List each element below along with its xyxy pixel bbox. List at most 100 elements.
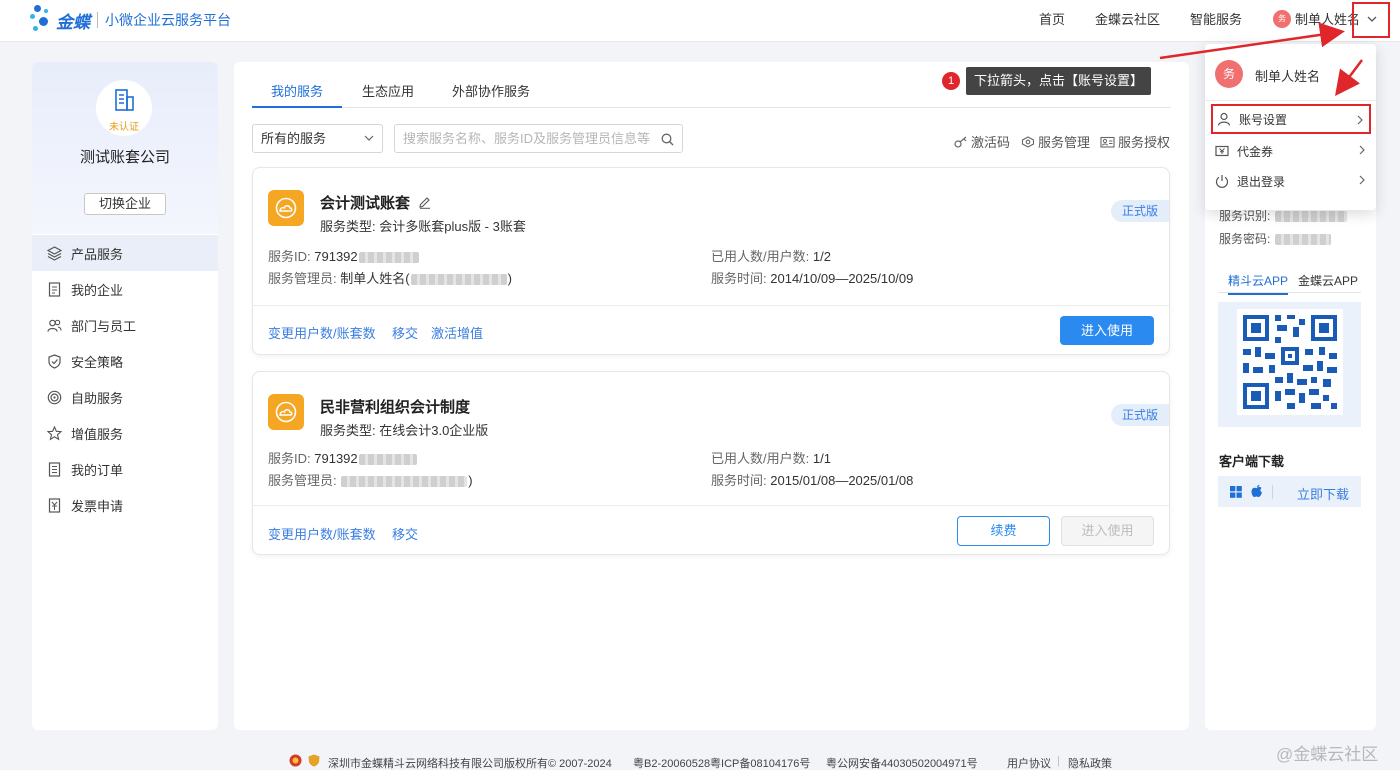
sidebar-item-label: 产品服务: [71, 246, 124, 262]
main-content: 我的服务 生态应用 外部协作服务 所有的服务 激活码 服务管理 服务授权 会计测…: [234, 62, 1189, 730]
footer-icp[interactable]: 粤B2-20060528粤ICP备08104176号: [633, 755, 810, 770]
police-badge-icon: [308, 754, 320, 767]
switch-company-button[interactable]: 切换企业: [84, 193, 166, 215]
instruction-tooltip: 下拉箭头，点击【账号设置】: [966, 67, 1152, 95]
download-now-link[interactable]: 立即下载: [1297, 484, 1349, 503]
footer-separator: |: [1057, 755, 1060, 767]
people-icon: [47, 319, 62, 332]
service-manage-link[interactable]: 服务管理: [1021, 132, 1090, 151]
sidebar-item-security[interactable]: 安全策略: [32, 343, 218, 379]
top-bar: 金蝶 小微企业云服务平台 首页 金蝶云社区 智能服务 务 制单人姓名: [0, 0, 1400, 42]
footer-privacy[interactable]: 隐私政策: [1068, 755, 1112, 770]
redacted-text: [1274, 211, 1347, 223]
sidebar-item-label: 自助服务: [71, 390, 124, 406]
list-icon: [48, 461, 61, 477]
sidebar-item-value-added[interactable]: 增值服务: [32, 415, 218, 451]
company-name: 测试账套公司: [79, 149, 170, 166]
service-password-row: 服务密码:: [1219, 230, 1332, 247]
menu-item-account-settings[interactable]: 账号设置: [1211, 104, 1371, 134]
menu-item-vouchers[interactable]: 代金券: [1211, 136, 1371, 166]
transfer-link[interactable]: 移交: [392, 524, 418, 543]
service-id: 服务ID: 791392: [268, 448, 418, 467]
brand-subtitle: 小微企业云服务平台: [105, 12, 231, 28]
service-filter-select[interactable]: 所有的服务: [252, 124, 383, 153]
service-type: 服务类型: 在线会计3.0企业版: [320, 423, 489, 438]
renew-button[interactable]: 续费: [957, 516, 1050, 546]
nav-smart-service[interactable]: 智能服务: [1190, 0, 1242, 42]
client-download-row: 立即下载: [1218, 476, 1361, 507]
service-admin: 服务管理员: 制单人姓名(): [268, 271, 512, 286]
user-avatar[interactable]: 务: [1273, 10, 1291, 28]
service-authorize-link[interactable]: 服务授权: [1100, 132, 1170, 151]
search-input[interactable]: [395, 125, 650, 152]
nav-home[interactable]: 首页: [1039, 0, 1065, 42]
product-icon: [268, 394, 304, 430]
sidebar-item-orders[interactable]: 我的订单: [32, 451, 218, 487]
footer: 深圳市金蝶精斗云网络科技有限公司版权所有© 2007-2024 粤B2-2006…: [0, 752, 1400, 770]
menu-item-label: 退出登录: [1237, 174, 1286, 189]
dropdown-avatar: 务: [1215, 60, 1243, 88]
tab-kingdee-app[interactable]: 金蝶云APP: [1298, 272, 1358, 289]
sidebar-item-departments[interactable]: 部门与员工: [32, 307, 218, 343]
chevron-down-icon: [1367, 16, 1377, 22]
product-icon: [268, 190, 304, 226]
emblem-icon: [289, 754, 302, 767]
cloud-product-icon: [275, 401, 297, 423]
card-divider: [253, 305, 1169, 306]
activation-code-link[interactable]: 激活码: [954, 132, 1010, 151]
nav-community[interactable]: 金蝶云社区: [1095, 0, 1160, 42]
service-authorize-label: 服务授权: [1118, 135, 1171, 150]
footer-police[interactable]: 粤公网安备44030502004971号: [826, 755, 978, 770]
search-icon[interactable]: [661, 133, 674, 146]
invoice-icon: [48, 497, 61, 513]
service-card: 会计测试账套 服务类型: 会计多账套plus版 - 3账套 正式版 服务ID: …: [252, 167, 1170, 355]
sidebar-item-label: 安全策略: [71, 354, 124, 370]
service-filter-value: 所有的服务: [261, 131, 327, 146]
apple-icon[interactable]: [1251, 484, 1263, 498]
qr-code-icon: [1237, 309, 1343, 415]
menu-item-logout[interactable]: 退出登录: [1211, 166, 1371, 196]
building-icon: [115, 89, 134, 111]
user-dropdown-menu: 务 制单人姓名 账号设置 代金券 退出登录: [1205, 44, 1376, 210]
service-time: 服务时间: 2014/10/09—2025/10/09: [711, 271, 914, 286]
document-icon: [48, 281, 61, 297]
activate-addon-link[interactable]: 激活增值: [431, 323, 483, 342]
sidebar-item-product-service[interactable]: 产品服务: [32, 235, 218, 271]
transfer-link[interactable]: 移交: [392, 323, 418, 342]
authorize-card-icon: [1100, 136, 1115, 148]
tab-my-services[interactable]: 我的服务: [252, 76, 342, 108]
change-users-link[interactable]: 变更用户数/账套数: [268, 524, 376, 543]
dropdown-divider: [1205, 100, 1376, 101]
qr-code-panel: [1218, 302, 1361, 427]
footer-user-agreement[interactable]: 用户协议: [1007, 755, 1051, 770]
redacted-text: [1274, 234, 1331, 246]
redacted-text: [341, 476, 468, 488]
edit-icon[interactable]: [418, 196, 431, 209]
cloud-product-icon: [275, 197, 297, 219]
service-title-text: 民非营利组织会计制度: [320, 399, 471, 416]
tab-external-services[interactable]: 外部协作服务: [448, 76, 534, 108]
service-time: 服务时间: 2015/01/08—2025/01/08: [711, 473, 914, 488]
service-manage-label: 服务管理: [1038, 135, 1091, 150]
service-card: 民非营利组织会计制度 服务类型: 在线会计3.0企业版 正式版 服务ID: 79…: [252, 371, 1170, 555]
brand-logo[interactable]: 金蝶 小微企业云服务平台: [30, 5, 231, 35]
windows-icon[interactable]: [1230, 486, 1242, 498]
enter-service-button[interactable]: 进入使用: [1060, 316, 1154, 345]
user-menu-toggle[interactable]: [1352, 2, 1390, 38]
sidebar-item-my-company[interactable]: 我的企业: [32, 271, 218, 307]
service-title-text: 会计测试账套: [320, 195, 411, 212]
sidebar-item-invoice[interactable]: 发票申请: [32, 487, 218, 523]
edition-badge: 正式版: [1111, 404, 1169, 426]
sidebar-item-self-service[interactable]: 自助服务: [32, 379, 218, 415]
user-name[interactable]: 制单人姓名: [1295, 0, 1360, 42]
change-users-link[interactable]: 变更用户数/账套数: [268, 323, 376, 342]
edition-badge: 正式版: [1111, 200, 1169, 222]
star-icon: [47, 425, 62, 440]
sidebar-item-label: 我的企业: [71, 282, 124, 298]
chevron-down-icon: [364, 135, 374, 141]
user-icon: [1217, 112, 1231, 126]
chevron-right-icon: [1357, 115, 1363, 125]
enter-service-button: 进入使用: [1061, 516, 1154, 546]
activation-code-label: 激活码: [971, 135, 1011, 150]
tab-ecosystem-apps[interactable]: 生态应用: [358, 76, 418, 108]
